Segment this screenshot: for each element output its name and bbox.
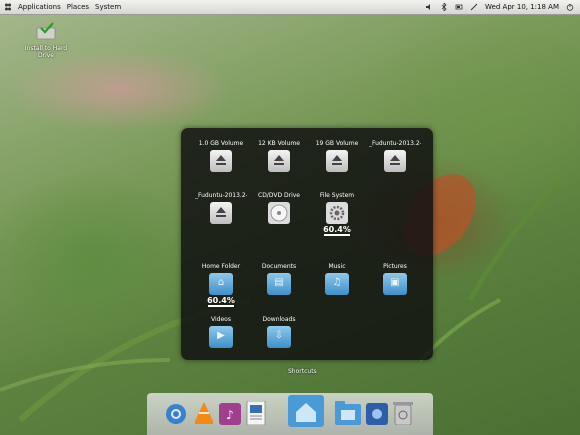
videos-folder-icon: ▶ — [209, 326, 233, 348]
drive-eject-icon — [268, 150, 290, 172]
svg-text:♪: ♪ — [226, 408, 234, 422]
menu-applications[interactable]: Applications — [18, 3, 61, 11]
pictures-folder-icon: ▣ — [383, 273, 407, 295]
folder-stack-icon[interactable] — [335, 401, 361, 425]
desktop-icon-install[interactable]: Install to Hard Drive — [16, 22, 76, 59]
chromium-icon[interactable] — [165, 403, 187, 425]
device-label: _Fuduntu-2013.2-...1 — [195, 192, 247, 199]
home-folder-icon: ⌂ — [209, 273, 233, 295]
drive-eject-icon — [326, 150, 348, 172]
clock[interactable]: Wed Apr 10, 1:18 AM — [485, 3, 559, 11]
place-home-folder[interactable]: Home Folder ⌂ 60.4% — [195, 263, 247, 307]
gear-icon — [326, 202, 348, 224]
device-cd-dvd-drive[interactable]: CD/DVD Drive — [253, 192, 305, 224]
place-downloads[interactable]: Downloads ⇩ — [253, 316, 305, 348]
music-player-icon[interactable]: ♪ — [219, 403, 241, 425]
trash-icon[interactable] — [393, 401, 413, 425]
place-label: Downloads — [262, 316, 296, 323]
device-file-system[interactable]: File System 60.4% — [311, 192, 363, 236]
volume-icon[interactable] — [425, 3, 433, 11]
bluetooth-icon[interactable] — [440, 3, 448, 11]
battery-icon[interactable] — [455, 3, 463, 11]
documents-folder-icon: ▤ — [267, 273, 291, 295]
place-music[interactable]: Music ♫ — [311, 263, 363, 295]
drive-eject-icon — [384, 150, 406, 172]
drive-eject-icon — [210, 150, 232, 172]
shortcuts-stack-popup: 1.0 GB Volume 12 KB Volume 19 GB Volume … — [181, 128, 433, 360]
usage-bar — [208, 305, 234, 307]
device-19gb-volume[interactable]: 19 GB Volume — [311, 140, 363, 172]
menu-places[interactable]: Places — [67, 3, 89, 11]
top-panel: Applications Places System Wed Apr 10, 1… — [0, 0, 580, 15]
device-fuduntu-1[interactable]: _Fuduntu-2013.2-... — [369, 140, 421, 172]
place-label: Home Folder — [201, 263, 241, 270]
device-label: 12 KB Volume — [258, 140, 300, 147]
device-label: _Fuduntu-2013.2-... — [369, 140, 421, 147]
device-label: CD/DVD Drive — [258, 192, 300, 199]
device-label: 19 GB Volume — [315, 140, 359, 147]
system-settings-icon[interactable] — [366, 403, 388, 425]
menu-system[interactable]: System — [95, 3, 121, 11]
panel-tray: Wed Apr 10, 1:18 AM — [425, 0, 574, 14]
device-label: 1.0 GB Volume — [198, 140, 244, 147]
place-label: Music — [328, 263, 346, 270]
place-documents[interactable]: Documents ▤ — [253, 263, 305, 295]
device-12kb-volume[interactable]: 12 KB Volume — [253, 140, 305, 172]
vlc-icon[interactable] — [193, 401, 215, 425]
music-folder-icon: ♫ — [325, 273, 349, 295]
install-icon — [36, 22, 56, 40]
home-folder-usage: 60.4% — [207, 296, 235, 305]
desktop-icon-label: Install to Hard Drive — [24, 45, 68, 59]
shortcuts-stack-icon[interactable] — [288, 395, 324, 427]
usage-bar — [324, 234, 350, 236]
drive-eject-icon — [210, 202, 232, 224]
shutdown-icon[interactable] — [566, 3, 574, 11]
place-videos[interactable]: Videos ▶ — [195, 316, 247, 348]
foot-logo-icon[interactable] — [4, 3, 12, 11]
document-viewer-icon[interactable] — [245, 401, 267, 425]
file-system-usage: 60.4% — [323, 225, 351, 234]
place-label: Documents — [261, 263, 297, 270]
disc-icon — [268, 202, 290, 224]
dock: ♪ — [147, 393, 433, 435]
place-label: Videos — [211, 316, 231, 323]
place-label: Pictures — [383, 263, 407, 270]
downloads-folder-icon: ⇩ — [267, 326, 291, 348]
network-icon[interactable] — [470, 3, 478, 11]
device-fuduntu-2[interactable]: _Fuduntu-2013.2-...1 — [195, 192, 247, 224]
device-label: File System — [319, 192, 355, 199]
device-1gb-volume[interactable]: 1.0 GB Volume — [195, 140, 247, 172]
dock-tooltip: Shortcuts — [288, 368, 317, 375]
place-pictures[interactable]: Pictures ▣ — [369, 263, 421, 295]
